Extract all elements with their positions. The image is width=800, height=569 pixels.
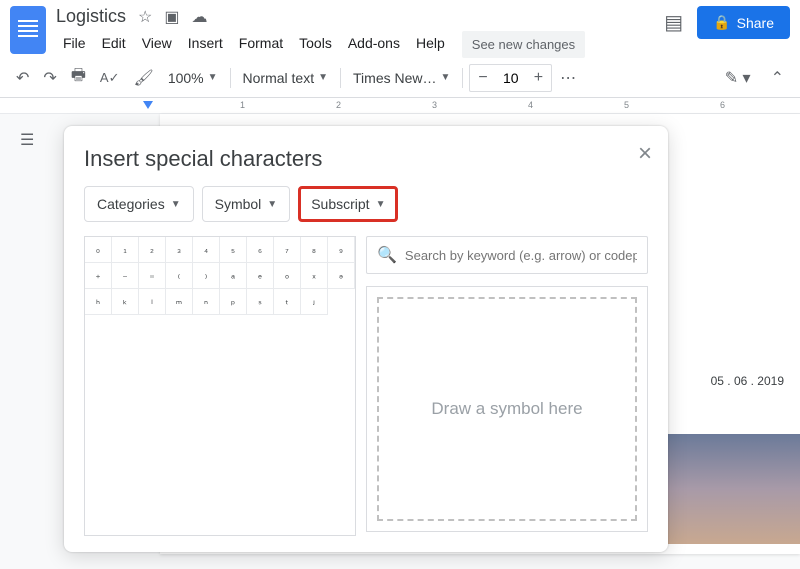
chevron-down-icon: ▼: [318, 72, 328, 83]
ruler-mark: 2: [336, 100, 341, 110]
style-dropdown[interactable]: Normal text▼: [237, 66, 334, 90]
draw-hint: Draw a symbol here: [431, 399, 582, 419]
style-value: Normal text: [243, 70, 315, 86]
font-size-increase[interactable]: +: [526, 65, 551, 91]
search-box: 🔍: [366, 236, 648, 274]
menu-edit[interactable]: Edit: [95, 31, 133, 58]
more-button[interactable]: ⋯: [554, 62, 582, 94]
char-cell[interactable]: ₙ: [193, 289, 220, 315]
move-icon[interactable]: ▣: [164, 7, 179, 27]
font-size-decrease[interactable]: −: [470, 65, 495, 91]
char-cell[interactable]: ₔ: [328, 263, 355, 289]
ruler-mark: 3: [432, 100, 437, 110]
char-cell[interactable]: ₖ: [112, 289, 139, 315]
see-changes-button[interactable]: See new changes: [462, 31, 585, 58]
zoom-dropdown[interactable]: 100% ▼: [162, 66, 224, 90]
docs-logo[interactable]: [10, 6, 46, 54]
redo-button[interactable]: ↷: [37, 62, 62, 94]
char-cell[interactable]: ₒ: [274, 263, 301, 289]
char-cell[interactable]: ₛ: [247, 289, 274, 315]
char-cell[interactable]: ₆: [247, 237, 274, 263]
char-cell[interactable]: ₃: [166, 237, 193, 263]
char-cell[interactable]: ₅: [220, 237, 247, 263]
dialog-title: Insert special characters: [84, 146, 648, 172]
ruler-mark: 6: [720, 100, 725, 110]
character-grid: ₀₁₂₃₄₅₆₇₈₉ ₊₋₌₍₎ₐₑₒₓₔ ₕₖₗₘₙₚₛₜⱼ: [84, 236, 356, 536]
special-characters-dialog: × Insert special characters Categories▼ …: [64, 126, 668, 552]
char-cell[interactable]: ₘ: [166, 289, 193, 315]
share-label: Share: [737, 15, 774, 31]
menu-insert[interactable]: Insert: [181, 31, 230, 58]
cloud-icon[interactable]: ☁: [192, 7, 208, 27]
close-icon[interactable]: ×: [638, 140, 652, 168]
search-input[interactable]: [405, 248, 637, 263]
ruler[interactable]: 1 2 3 4 5 6: [0, 98, 800, 114]
spellcheck-button[interactable]: A✓: [94, 64, 126, 92]
doc-title[interactable]: Logistics: [56, 6, 126, 27]
char-cell[interactable]: ₈: [301, 237, 328, 263]
char-cell[interactable]: ₉: [328, 237, 355, 263]
page-date: 05 . 06 . 2019: [711, 374, 784, 388]
char-cell[interactable]: ₀: [85, 237, 112, 263]
menu-view[interactable]: View: [135, 31, 179, 58]
outline-icon[interactable]: ☰: [20, 130, 34, 150]
char-cell[interactable]: ₍: [166, 263, 193, 289]
menu-addons[interactable]: Add-ons: [341, 31, 407, 58]
char-cell[interactable]: ₚ: [220, 289, 247, 315]
char-cell[interactable]: ₄: [193, 237, 220, 263]
symbol-label: Symbol: [215, 196, 262, 212]
zoom-value: 100%: [168, 70, 204, 86]
char-cell[interactable]: ₐ: [220, 263, 247, 289]
categories-dropdown[interactable]: Categories ▼: [84, 186, 194, 222]
char-cell[interactable]: ₕ: [85, 289, 112, 315]
editing-mode-button[interactable]: ✎ ▾: [719, 62, 757, 94]
menu-tools[interactable]: Tools: [292, 31, 339, 58]
share-button[interactable]: 🔒 Share: [697, 6, 790, 39]
char-cell[interactable]: ₗ: [139, 289, 166, 315]
char-cell[interactable]: ₁: [112, 237, 139, 263]
subscript-dropdown[interactable]: Subscript ▼: [298, 186, 398, 222]
chevron-down-icon: ▼: [267, 199, 277, 210]
chevron-down-icon: ▼: [441, 72, 451, 83]
font-value: Times New…: [353, 70, 437, 86]
menu-bar: File Edit View Insert Format Tools Add-o…: [56, 31, 664, 58]
undo-button[interactable]: ↶: [10, 62, 35, 94]
categories-label: Categories: [97, 196, 165, 212]
char-cell[interactable]: ₓ: [301, 263, 328, 289]
ruler-mark: 4: [528, 100, 533, 110]
paint-format-button[interactable]: 🖌: [128, 62, 160, 94]
char-cell[interactable]: ₇: [274, 237, 301, 263]
char-cell[interactable]: ₊: [85, 263, 112, 289]
char-cell[interactable]: ₌: [139, 263, 166, 289]
char-cell[interactable]: ₎: [193, 263, 220, 289]
char-cell[interactable]: ₑ: [247, 263, 274, 289]
star-icon[interactable]: ☆: [138, 7, 152, 27]
collapse-icon[interactable]: ⌃: [765, 62, 790, 94]
menu-format[interactable]: Format: [232, 31, 290, 58]
chevron-down-icon: ▼: [376, 199, 386, 210]
indent-marker[interactable]: [143, 101, 153, 109]
search-icon: 🔍: [377, 245, 397, 265]
draw-panel: Draw a symbol here: [366, 286, 648, 532]
font-size-input[interactable]: [496, 70, 526, 86]
subscript-label: Subscript: [311, 196, 369, 212]
chevron-down-icon: ▼: [208, 72, 218, 83]
menu-file[interactable]: File: [56, 31, 93, 58]
symbol-dropdown[interactable]: Symbol ▼: [202, 186, 291, 222]
draw-area[interactable]: Draw a symbol here: [377, 297, 637, 521]
ruler-mark: 1: [240, 100, 245, 110]
char-cell[interactable]: ⱼ: [301, 289, 328, 315]
toolbar: ↶ ↷ 🖶 A✓ 🖌 100%▼ Normal text▼ Times New……: [0, 58, 800, 98]
print-button[interactable]: 🖶: [65, 58, 92, 97]
ruler-mark: 5: [624, 100, 629, 110]
font-size-control: − +: [469, 64, 552, 92]
font-dropdown[interactable]: Times New… ▼: [347, 66, 456, 90]
lock-icon: 🔒: [713, 14, 730, 31]
menu-help[interactable]: Help: [409, 31, 452, 58]
char-cell[interactable]: ₋: [112, 263, 139, 289]
chevron-down-icon: ▼: [171, 199, 181, 210]
char-cell[interactable]: ₜ: [274, 289, 301, 315]
char-cell[interactable]: ₂: [139, 237, 166, 263]
comments-icon[interactable]: ▤: [664, 10, 683, 35]
